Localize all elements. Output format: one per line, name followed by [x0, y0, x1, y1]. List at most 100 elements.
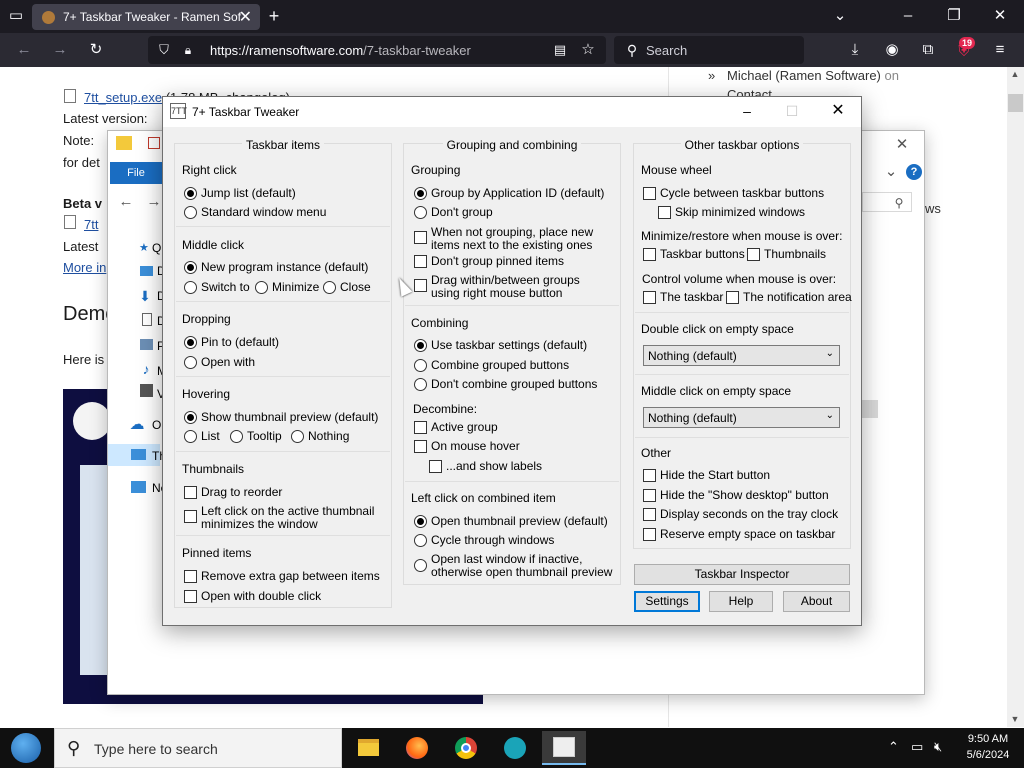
explorer-ribbon-chevron-icon[interactable]: ⌄ — [881, 162, 901, 182]
radio-indicator[interactable] — [414, 206, 427, 219]
check-reserve-space[interactable]: Reserve empty space on taskbar — [643, 528, 835, 541]
browser-search-bar[interactable]: ⚲ Search — [614, 36, 804, 64]
radio-pin-to[interactable]: Pin to (default) — [184, 336, 279, 349]
taskbar-chrome[interactable] — [446, 731, 486, 765]
checkbox-indicator[interactable] — [429, 460, 442, 473]
checkbox-indicator[interactable] — [414, 231, 427, 244]
check-the-taskbar[interactable]: The taskbar — [643, 291, 723, 304]
checkbox-indicator[interactable] — [184, 510, 197, 523]
reader-view-icon[interactable]: ▤ — [552, 40, 568, 60]
radio-combine-grouped[interactable]: Combine grouped buttons — [414, 359, 569, 372]
bookmark-star-icon[interactable]: ☆ — [580, 40, 596, 60]
dialog-minimize-icon[interactable]: – — [724, 98, 770, 124]
check-drag-reorder[interactable]: Drag to reorder — [184, 486, 282, 499]
check-cycle-buttons[interactable]: Cycle between taskbar buttons — [643, 187, 824, 200]
settings-button[interactable]: Settings — [634, 591, 700, 612]
page-scrollbar[interactable] — [1007, 67, 1024, 727]
checkbox-indicator[interactable] — [658, 206, 671, 219]
radio-thumbnail-preview[interactable]: Show thumbnail preview (default) — [184, 411, 378, 424]
check-show-labels[interactable]: ...and show labels — [429, 460, 542, 473]
radio-indicator[interactable] — [414, 559, 427, 572]
explorer-forward-icon[interactable]: → — [144, 192, 164, 212]
radio-indicator[interactable] — [414, 359, 427, 372]
start-button[interactable] — [4, 731, 46, 765]
radio-indicator[interactable] — [184, 261, 197, 274]
checkbox-indicator[interactable] — [184, 486, 197, 499]
double-click-empty-select[interactable]: Nothing (default) ⌄ — [643, 345, 840, 366]
browser-tab-active[interactable]: 7+ Taskbar Tweaker - Ramen Sof ✕ — [32, 4, 260, 30]
url-text[interactable]: https://ramensoftware.com/7-taskbar-twea… — [210, 43, 471, 58]
scroll-up-icon[interactable]: ▲ — [1009, 68, 1021, 80]
nav-onedrive[interactable]: O — [152, 418, 161, 432]
network-tray-icon[interactable]: ▭ — [911, 739, 923, 755]
more-info-link[interactable]: More in — [63, 260, 106, 275]
radio-group-app-id[interactable]: Group by Application ID (default) — [414, 187, 604, 200]
dialog-close-icon[interactable]: ✕ — [815, 98, 861, 124]
radio-indicator[interactable] — [414, 378, 427, 391]
radio-open-thumbnail[interactable]: Open thumbnail preview (default) — [414, 515, 608, 528]
radio-switch-to[interactable]: Switch to — [184, 281, 250, 294]
radio-standard-window-menu[interactable]: Standard window menu — [184, 206, 326, 219]
checkbox-indicator[interactable] — [643, 528, 656, 541]
downloads-icon[interactable]: ⤓ — [845, 40, 865, 60]
about-button[interactable]: About — [783, 591, 850, 612]
check-remove-gap[interactable]: Remove extra gap between items — [184, 570, 380, 583]
setup-download-link[interactable]: 7tt_setup.exe — [84, 90, 162, 105]
close-icon[interactable]: ✕ — [990, 6, 1010, 26]
taskbar-firefox[interactable] — [397, 731, 437, 765]
taskbar-7tt[interactable] — [542, 731, 586, 765]
check-dont-group-pinned[interactable]: Don't group pinned items — [414, 255, 564, 268]
check-hide-show-desktop[interactable]: Hide the "Show desktop" button — [643, 489, 829, 502]
lock-icon[interactable]: 🔒︎ — [180, 40, 196, 60]
extensions-icon[interactable]: ⧉ — [918, 40, 938, 60]
check-notification-area[interactable]: The notification area — [726, 291, 852, 304]
radio-new-instance[interactable]: New program instance (default) — [184, 261, 368, 274]
checkbox-indicator[interactable] — [643, 187, 656, 200]
shield-icon[interactable]: ⛉ — [156, 40, 172, 60]
check-skip-minimized[interactable]: Skip minimized windows — [658, 206, 805, 219]
url-bar[interactable]: ⛉ 🔒︎ https://ramensoftware.com/7-taskbar… — [148, 36, 606, 64]
radio-close[interactable]: Close — [323, 281, 371, 294]
radio-nothing[interactable]: Nothing — [291, 430, 349, 443]
check-drag-right-mouse[interactable]: Drag within/between groups using right mo… — [414, 274, 580, 300]
radio-tooltip[interactable]: Tooltip — [230, 430, 282, 443]
tab-close-icon[interactable]: ✕ — [239, 7, 252, 27]
check-on-mouse-hover[interactable]: On mouse hover — [414, 440, 520, 453]
radio-indicator[interactable] — [184, 356, 197, 369]
explorer-back-icon[interactable]: ← — [116, 192, 136, 212]
check-thumbnails[interactable]: Thumbnails — [747, 248, 826, 261]
radio-indicator[interactable] — [184, 206, 197, 219]
radio-minimize[interactable]: Minimize — [255, 281, 319, 294]
radio-use-taskbar-settings[interactable]: Use taskbar settings (default) — [414, 339, 587, 352]
checkbox-indicator[interactable] — [414, 279, 427, 292]
radio-dont-group[interactable]: Don't group — [414, 206, 493, 219]
volume-muted-icon[interactable]: 🔇︎ — [934, 739, 942, 755]
check-place-new-items[interactable]: When not grouping, place new items next t… — [414, 226, 593, 252]
radio-indicator[interactable] — [414, 515, 427, 528]
radio-dont-combine[interactable]: Don't combine grouped buttons — [414, 378, 597, 391]
check-active-group[interactable]: Active group — [414, 421, 498, 434]
check-display-seconds[interactable]: Display seconds on the tray clock — [643, 508, 838, 521]
account-icon[interactable]: ◉ — [882, 40, 902, 60]
sidebar-author[interactable]: Michael (Ramen Software) — [727, 68, 881, 83]
checkbox-indicator[interactable] — [747, 248, 760, 261]
taskbar-app-teal[interactable] — [495, 731, 535, 765]
explorer-search-box[interactable]: ⚲ — [862, 192, 912, 212]
radio-indicator[interactable] — [184, 281, 197, 294]
scroll-down-icon[interactable]: ▼ — [1009, 713, 1021, 725]
radio-indicator[interactable] — [255, 281, 268, 294]
back-arrow-icon[interactable]: ← — [14, 40, 34, 60]
explorer-file-tab[interactable]: File — [110, 162, 162, 184]
radio-indicator[interactable] — [184, 187, 197, 200]
radio-open-with[interactable]: Open with — [184, 356, 255, 369]
forward-arrow-icon[interactable]: → — [50, 40, 70, 60]
checkbox-indicator[interactable] — [643, 508, 656, 521]
checkbox-indicator[interactable] — [643, 248, 656, 261]
checkbox-indicator[interactable] — [184, 590, 197, 603]
checkbox-indicator[interactable] — [184, 570, 197, 583]
radio-list[interactable]: List — [184, 430, 220, 443]
radio-indicator[interactable] — [291, 430, 304, 443]
radio-indicator[interactable] — [323, 281, 336, 294]
nav-quick-access[interactable]: Q — [152, 241, 161, 255]
checkbox-indicator[interactable] — [414, 255, 427, 268]
